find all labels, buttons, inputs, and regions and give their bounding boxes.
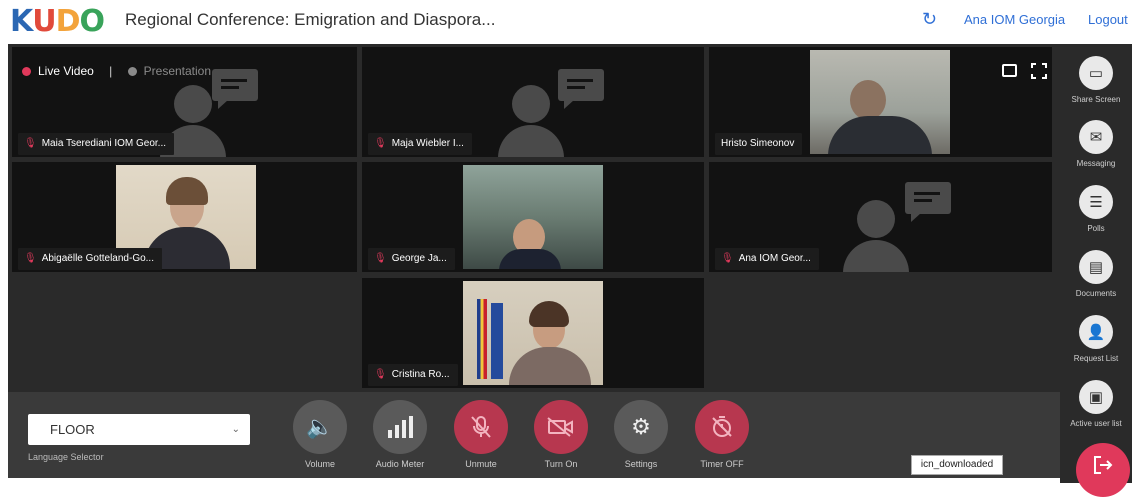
sidebar-label: Active user list [1070, 419, 1122, 428]
participant-tile[interactable]: 🎙 Maja Wiebler I... [362, 47, 704, 157]
sidebar-label: Request List [1073, 354, 1119, 363]
mic-off-icon [454, 400, 508, 454]
messaging-icon: ✉ [1079, 120, 1113, 154]
presentation-dot-icon [127, 67, 137, 77]
app-header: KUDO Regional Conference: Emigration and… [0, 0, 1132, 44]
share-screen-icon: ▭ [1079, 56, 1113, 90]
exit-icon [1094, 456, 1113, 474]
control-label: Volume [304, 459, 336, 469]
mode-separator: | [109, 64, 113, 78]
participant-nametag: 🎙 Maia Tserediani IOM Geor... [18, 133, 175, 155]
settings-button[interactable]: ⚙ Settings [606, 400, 676, 469]
pip-icon[interactable] [1002, 64, 1017, 77]
participant-video [463, 165, 603, 269]
participant-name: Maja Wiebler I... [391, 138, 464, 149]
chevron-down-icon: ⌄ [231, 424, 240, 435]
volume-button[interactable]: 🔈 Volume [285, 400, 355, 469]
user-name-link[interactable]: Ana IOM Georgia [964, 12, 1065, 27]
participant-nametag: 🎙 Cristina Ro... [368, 364, 458, 386]
request-list-button[interactable]: 👤 Request List [1060, 315, 1132, 363]
request-list-icon: 👤 [1079, 315, 1113, 349]
live-video-tab[interactable]: Live Video [38, 64, 94, 78]
camera-off-icon [534, 400, 588, 454]
sidebar-label: Documents [1075, 289, 1117, 298]
participant-tile[interactable]: 🎙 Abigaëlle Gotteland-Go... [12, 162, 357, 272]
participant-name: Hristo Simeonov [721, 138, 795, 149]
participant-nametag: 🎙 George Ja... [368, 248, 455, 270]
participant-tile[interactable]: Hristo Simeonov [709, 47, 1052, 157]
audio-meter-button[interactable]: Audio Meter [365, 400, 435, 469]
documents-button[interactable]: ▤ Documents [1060, 250, 1132, 298]
kudo-logo: KUDO [10, 4, 105, 39]
volume-icon: 🔈 [293, 400, 347, 454]
mic-muted-icon: 🎙 [721, 253, 734, 264]
participant-video [463, 281, 603, 385]
documents-icon: ▤ [1079, 250, 1113, 284]
timer-off-icon [695, 400, 749, 454]
audio-meter-icon [373, 400, 427, 454]
control-label: Turn On [544, 459, 578, 469]
mic-muted-icon: 🎙 [24, 138, 37, 149]
control-label: Timer OFF [700, 459, 744, 469]
sidebar-label: Messaging [1076, 159, 1116, 168]
participant-nametag: 🎙 Maja Wiebler I... [368, 133, 472, 155]
presentation-tab[interactable]: Presentation [144, 64, 211, 78]
participant-name: George Ja... [391, 253, 447, 264]
mic-muted-icon: 🎙 [374, 138, 387, 149]
participant-tile[interactable]: 🎙 Cristina Ro... [362, 278, 704, 388]
participant-nametag: 🎙 Abigaëlle Gotteland-Go... [18, 248, 162, 270]
active-user-list-icon: ▣ [1079, 380, 1113, 414]
sidebar-label: Share Screen [1071, 95, 1121, 104]
sidebar-label: Polls [1087, 224, 1105, 233]
language-selector[interactable]: FLOOR ⌄ [28, 414, 250, 445]
share-screen-button[interactable]: ▭ Share Screen [1060, 56, 1132, 104]
logo-letter: O [79, 4, 105, 39]
gear-icon: ⚙ [614, 400, 668, 454]
view-mode-bar: Live Video | Presentation [22, 64, 211, 78]
participant-nametag: 🎙 Ana IOM Geor... [715, 248, 819, 270]
right-sidebar: ▭ Share Screen ✉ Messaging ☰ Polls ▤ Doc… [1060, 44, 1132, 483]
refresh-icon[interactable]: ↻ [922, 9, 937, 30]
logo-letter: U [32, 4, 56, 39]
polls-icon: ☰ [1079, 185, 1113, 219]
control-label: Unmute [465, 459, 497, 469]
stage-tools [1002, 60, 1048, 81]
participant-name: Maia Tserediani IOM Geor... [41, 138, 167, 149]
participant-tile[interactable]: 🎙 George Ja... [362, 162, 704, 272]
fullscreen-icon[interactable] [1031, 63, 1048, 79]
mic-muted-icon: 🎙 [374, 369, 387, 380]
polls-button[interactable]: ☰ Polls [1060, 185, 1132, 233]
logout-link[interactable]: Logout [1088, 12, 1128, 27]
conference-title: Regional Conference: Emigration and Dias… [125, 10, 496, 29]
timer-button[interactable]: Timer OFF [687, 400, 757, 469]
language-selector-label: Language Selector [28, 452, 104, 462]
camera-turn-on-button[interactable]: Turn On [526, 400, 596, 469]
logo-letter: D [55, 4, 81, 39]
participant-video [810, 50, 950, 154]
participant-name: Cristina Ro... [391, 369, 450, 380]
language-value: FLOOR [50, 422, 95, 437]
participant-tile[interactable]: 🎙 Ana IOM Geor... [709, 162, 1052, 272]
bottom-controls: FLOOR ⌄ Language Selector 🔈 Volume Audio… [8, 392, 1060, 478]
active-user-list-button[interactable]: ▣ Active user list [1060, 380, 1132, 428]
mic-muted-icon: 🎙 [24, 253, 37, 264]
logo-letter: K [10, 4, 33, 39]
messaging-button[interactable]: ✉ Messaging [1060, 120, 1132, 168]
exit-button[interactable] [1076, 443, 1130, 497]
participant-nametag: Hristo Simeonov [715, 133, 803, 155]
participant-name: Abigaëlle Gotteland-Go... [41, 253, 154, 264]
control-label: Settings [624, 459, 658, 469]
tooltip: icn_downloaded [911, 455, 1003, 475]
live-dot-icon [22, 67, 31, 77]
unmute-button[interactable]: Unmute [446, 400, 516, 469]
participant-name: Ana IOM Geor... [738, 253, 811, 264]
mic-muted-icon: 🎙 [374, 253, 387, 264]
control-label: Audio Meter [375, 459, 425, 469]
